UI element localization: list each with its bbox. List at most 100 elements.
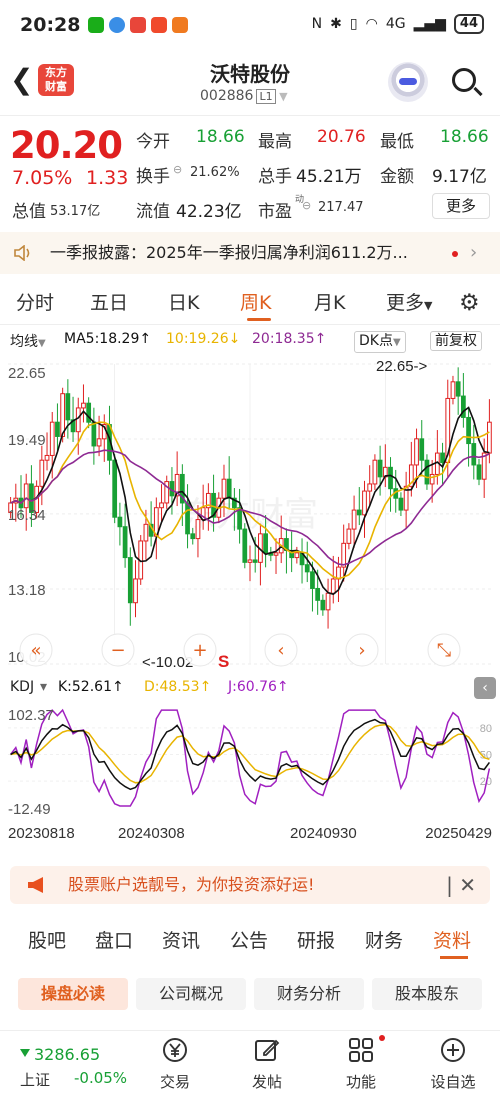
turnover-value: 21.62% — [190, 165, 240, 180]
candle-body — [117, 516, 123, 528]
kdj-d-line — [10, 723, 490, 784]
collapse-panel-icon[interactable]: ‹ — [474, 677, 496, 699]
notice-text: 一季报披露：2025年一季报归属净利润611.2万... — [50, 243, 408, 262]
scroll-right-icon[interactable]: › — [345, 633, 379, 667]
float-value: 42.23亿 — [176, 202, 242, 222]
candle-body — [377, 459, 383, 478]
notice-bar[interactable]: 一季报披露：2025年一季报归属净利润611.2万... › — [0, 232, 500, 274]
tab-pankou[interactable]: 盘口 — [95, 926, 133, 953]
bluetooth-icon: ✱ — [330, 16, 342, 32]
kdj-chart[interactable]: 805020102.37-12.4920230818 20240308 202409… — [0, 700, 500, 850]
tab-five-day[interactable]: 五日 — [90, 288, 128, 315]
tab-intraday[interactable]: 分时 — [16, 288, 54, 315]
zoom-out-icon[interactable]: − — [101, 633, 135, 667]
tab-more[interactable]: 更多▼ — [386, 288, 432, 315]
indicator-select[interactable]: 均线▼ — [10, 331, 46, 351]
candle-body — [44, 454, 50, 461]
candle-body — [91, 421, 97, 447]
stock-code[interactable]: 002886 L1 ▼ — [200, 88, 288, 104]
tab-daily-k[interactable]: 日K — [168, 288, 199, 315]
candle-body — [476, 464, 482, 480]
x-tick-label: 20230818 — [8, 825, 75, 842]
active-tab-indicator — [247, 318, 271, 321]
x-tick-label: 20240308 — [118, 825, 185, 842]
dropdown-icon: ▼ — [38, 338, 46, 349]
screen: 20:28 N ✱ ▯ ◠ 4G ▂▄▆ 44 ❮ 东方 财富 沃特股份 0028… — [0, 0, 500, 1111]
y-tick-label: 19.49 — [8, 432, 46, 449]
turnover-label: 换手 — [136, 167, 170, 187]
functions-button[interactable]: 功能 — [326, 1031, 396, 1101]
candle-body — [388, 466, 393, 490]
tab-announcement[interactable]: 公告 — [230, 926, 268, 953]
candle-body — [294, 552, 300, 559]
high-label: 最高 — [258, 132, 292, 152]
zoom-in-icon[interactable]: + — [183, 633, 217, 667]
control-glyph: « — [30, 640, 41, 661]
kdj-dropdown-icon[interactable]: ▾ — [40, 679, 47, 695]
float-label: 流值 — [136, 202, 170, 222]
candle-body — [81, 402, 86, 409]
candle-body — [450, 381, 456, 399]
assistant-robot-icon[interactable] — [388, 62, 428, 102]
chevron-right-icon: › — [470, 242, 478, 263]
eastmoney-icon — [130, 17, 147, 33]
close-icon[interactable]: | ✕ — [446, 866, 476, 904]
candle-body — [356, 509, 362, 516]
tab-profile[interactable]: 资料 — [433, 926, 471, 953]
adjust-select[interactable]: 前复权 — [430, 331, 482, 351]
kdj-legend: KDJ ▾ K:52.61↑ D:48.53↑ J:60.76↑ ‹ — [0, 677, 500, 699]
candle-body — [195, 519, 201, 540]
candle-body — [424, 459, 430, 485]
tab-news[interactable]: 资讯 — [162, 926, 200, 953]
more-button[interactable]: 更多 — [432, 193, 490, 219]
send-icon — [172, 17, 189, 33]
tab-guba[interactable]: 股吧 — [28, 926, 66, 953]
post-button[interactable]: 发帖 — [232, 1031, 302, 1101]
pill-shareholders[interactable]: 股本股东 — [372, 978, 482, 1010]
tab-weekly-k[interactable]: 周K — [240, 288, 271, 315]
tab-research[interactable]: 研报 — [297, 926, 335, 953]
unread-dot — [452, 251, 458, 257]
search-icon[interactable] — [452, 68, 476, 92]
status-time: 20:28 — [20, 14, 81, 36]
level-badge: L1 — [256, 89, 276, 104]
volume-value: 45.21万 — [296, 167, 362, 187]
pill-must-read[interactable]: 操盘必读 — [18, 978, 128, 1010]
candle-body — [242, 528, 248, 563]
period-tabs: 分时 五日 日K 周K 月K 更多▼ ⚙ — [0, 286, 500, 321]
dk-point-toggle[interactable]: DK点▼ — [354, 331, 406, 353]
fullscreen-icon[interactable]: ⤡ — [427, 633, 461, 667]
edit-icon — [255, 1039, 280, 1061]
index-percent: -0.05% — [74, 1069, 128, 1087]
candle-body — [133, 578, 138, 604]
candle-body — [419, 438, 425, 461]
promo-banner[interactable]: 股票账户选靓号，为你投资添好运! | ✕ — [10, 866, 490, 904]
ma5-label: MA5:18.29↑ — [64, 331, 152, 347]
tab-monthly-k[interactable]: 月K — [314, 288, 345, 315]
gear-icon[interactable]: ⚙ — [459, 290, 480, 316]
scroll-left-icon[interactable]: ‹ — [264, 633, 298, 667]
candle-body — [304, 564, 310, 573]
dropdown-icon: ▼ — [275, 90, 288, 103]
add-watchlist-button[interactable]: 设自选 — [418, 1031, 488, 1101]
dropdown-icon: ▼ — [392, 337, 401, 348]
candle-body — [315, 587, 321, 601]
pill-financial-analysis[interactable]: 财务分析 — [254, 978, 364, 1010]
index-name: 上证 — [20, 1071, 51, 1089]
candle-body — [367, 483, 373, 492]
trade-button[interactable]: 交易 — [140, 1031, 210, 1101]
candle-body — [471, 443, 477, 466]
pill-company-overview[interactable]: 公司概况 — [136, 978, 246, 1010]
add-watchlist-label: 设自选 — [430, 1073, 476, 1091]
candle-body — [341, 542, 347, 568]
kdj-j-label: J:60.76↑ — [228, 679, 289, 695]
candlestick-chart[interactable]: 东方财富22.6519.4916.3413.1810.0222.65-><-10… — [0, 354, 500, 676]
zoom-out-fast-icon[interactable]: « — [19, 633, 53, 667]
tab-finance[interactable]: 财务 — [365, 926, 403, 953]
control-glyph: + — [192, 640, 207, 661]
candle-body — [247, 559, 253, 563]
index-value: 3286.65 — [34, 1045, 101, 1064]
candle-body — [414, 438, 419, 466]
candle-body — [487, 421, 492, 454]
candle-body — [190, 533, 196, 540]
